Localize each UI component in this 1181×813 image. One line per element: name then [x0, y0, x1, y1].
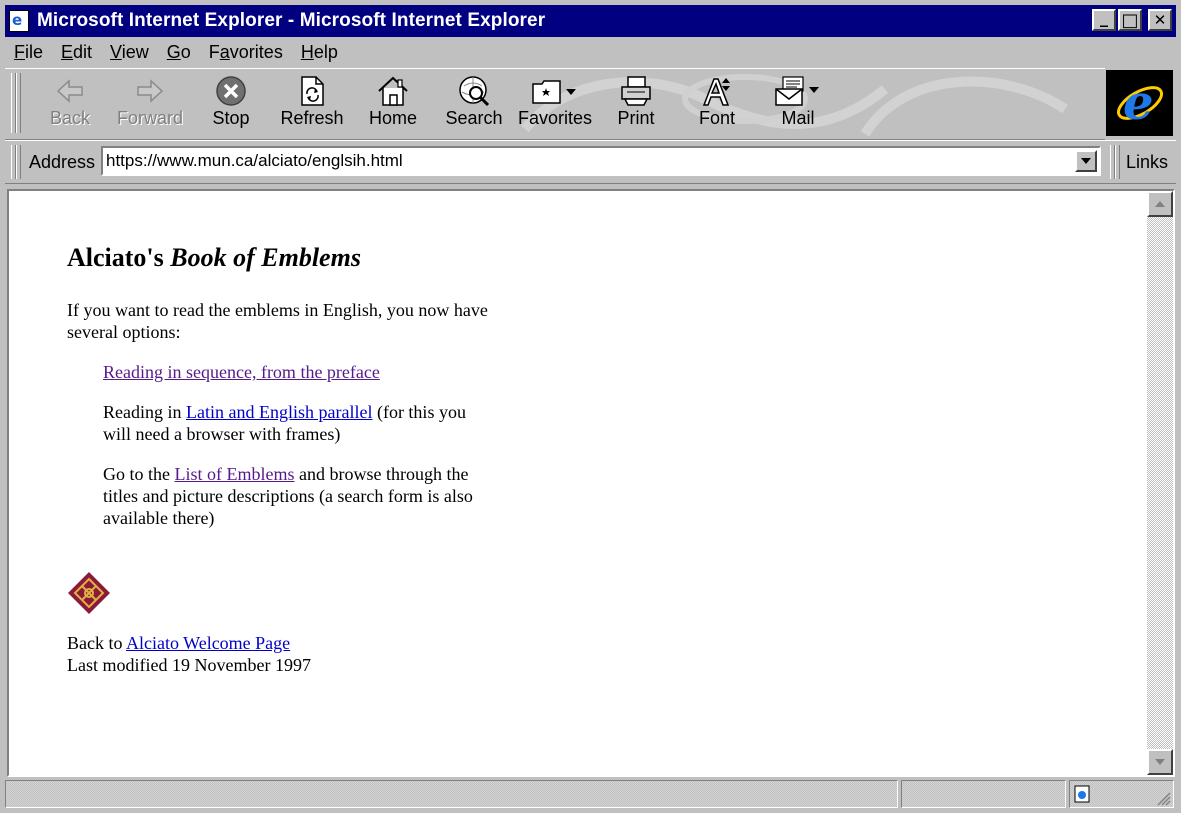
option-3: Go to the List of Emblems and browse thr… [103, 464, 473, 528]
minimize-icon: _ [1100, 7, 1108, 27]
mail-label: Mail [781, 108, 815, 128]
address-field[interactable] [101, 146, 1101, 176]
content-frame: Alciato's Book of Emblems If you want to… [7, 189, 1175, 777]
status-text-pane [5, 780, 898, 808]
page-icon [1074, 785, 1090, 803]
sequence-link[interactable]: Reading in sequence, from the preface [103, 362, 380, 382]
close-icon: ✕ [1153, 11, 1167, 29]
address-grip-2[interactable] [16, 145, 21, 179]
refresh-icon [295, 75, 329, 107]
search-button[interactable]: Search [435, 75, 513, 135]
intro-text: If you want to read the emblems in Engli… [67, 300, 488, 342]
menu-edit[interactable]: Edit [52, 42, 101, 63]
menu-favorites[interactable]: Favorites [200, 42, 292, 63]
maximize-button[interactable]: □ [1118, 9, 1142, 31]
option-1: Reading in sequence, from the preface [103, 361, 380, 383]
ie-app-icon-glyph: e [12, 11, 23, 29]
svg-text:e: e [1123, 75, 1154, 131]
list-of-emblems-link[interactable]: List of Emblems [175, 464, 295, 484]
welcome-page-link[interactable]: Alciato Welcome Page [126, 633, 290, 653]
url-input[interactable] [106, 150, 1066, 172]
chevron-down-icon [1081, 158, 1091, 164]
search-icon [457, 75, 491, 107]
title-bar: e Microsoft Internet Explorer - Microsof… [0, 0, 1181, 40]
font-icon [700, 75, 734, 107]
links-grip-2[interactable] [1115, 145, 1120, 179]
menu-help[interactable]: Help [292, 42, 347, 63]
print-button[interactable]: Print [597, 75, 675, 135]
vertical-scrollbar[interactable] [1147, 191, 1173, 775]
print-icon [619, 75, 653, 107]
maximize-icon: □ [1121, 9, 1139, 31]
stop-icon [214, 75, 248, 107]
home-icon [376, 75, 410, 107]
favorites-button[interactable]: Favorites [516, 75, 594, 135]
option-2: Reading in Latin and English parallel (f… [103, 402, 466, 444]
toolbar-grip-2[interactable] [16, 73, 21, 133]
stop-button[interactable]: Stop [192, 75, 270, 135]
address-bar: Address Links [5, 140, 1176, 184]
status-progress-pane [901, 780, 1066, 808]
ie-logo-icon: e [1106, 70, 1173, 136]
menu-file[interactable]: File [5, 42, 52, 63]
last-modified: Last modified 19 November 1997 [67, 655, 311, 675]
font-button[interactable]: Font [678, 75, 756, 135]
forward-button[interactable]: Forward [111, 75, 189, 135]
links-button[interactable]: Links [1126, 152, 1168, 173]
refresh-button[interactable]: Refresh [273, 75, 351, 135]
scroll-up-button[interactable] [1147, 191, 1173, 217]
standard-toolbar: Back Forward Stop Refresh Home Search Fa… [5, 68, 1105, 140]
resize-grip-icon[interactable] [1155, 790, 1171, 806]
forward-label: Forward [116, 108, 183, 128]
back-label: Back [49, 108, 91, 128]
menu-view[interactable]: View [101, 42, 158, 63]
favorites-label: Favorites [517, 108, 593, 128]
forward-arrow-icon [133, 75, 167, 107]
favorites-icon [530, 75, 580, 107]
close-button[interactable]: ✕ [1148, 9, 1172, 31]
print-label: Print [617, 108, 655, 128]
status-zone-pane [1069, 780, 1174, 808]
font-label: Font [698, 108, 736, 128]
address-label: Address [29, 152, 96, 172]
status-bar [5, 780, 1176, 810]
stop-label: Stop [212, 108, 250, 128]
search-label: Search [445, 108, 503, 128]
scroll-down-button[interactable] [1147, 749, 1173, 775]
home-button[interactable]: Home [354, 75, 432, 135]
address-dropdown-button[interactable] [1075, 150, 1097, 172]
parallel-link[interactable]: Latin and English parallel [186, 402, 372, 422]
ie-app-icon[interactable]: e [9, 10, 29, 32]
mail-button[interactable]: Mail [759, 75, 837, 135]
back-line: Back to Alciato Welcome Page [67, 633, 291, 653]
home-label: Home [368, 108, 417, 128]
back-arrow-icon [53, 75, 87, 107]
minimize-button[interactable]: _ [1092, 7, 1116, 31]
menu-bar: File Edit View Go Favorites Help [5, 38, 347, 66]
window-controls: _ □ ✕ [1092, 7, 1172, 31]
title-bar-inner: e Microsoft Internet Explorer - Microsof… [5, 5, 1176, 37]
refresh-label: Refresh [280, 108, 344, 128]
window-title: Microsoft Internet Explorer - Microsoft … [37, 10, 546, 31]
chevron-down-icon [1155, 759, 1165, 765]
page-content: Alciato's Book of Emblems If you want to… [9, 191, 1147, 775]
menu-go[interactable]: Go [158, 42, 200, 63]
back-button[interactable]: Back [31, 75, 109, 135]
chevron-up-icon [1155, 201, 1165, 207]
page-title: Alciato's Book of Emblems [67, 243, 361, 272]
knot-emblem-icon [67, 571, 111, 620]
mail-icon [773, 75, 823, 107]
